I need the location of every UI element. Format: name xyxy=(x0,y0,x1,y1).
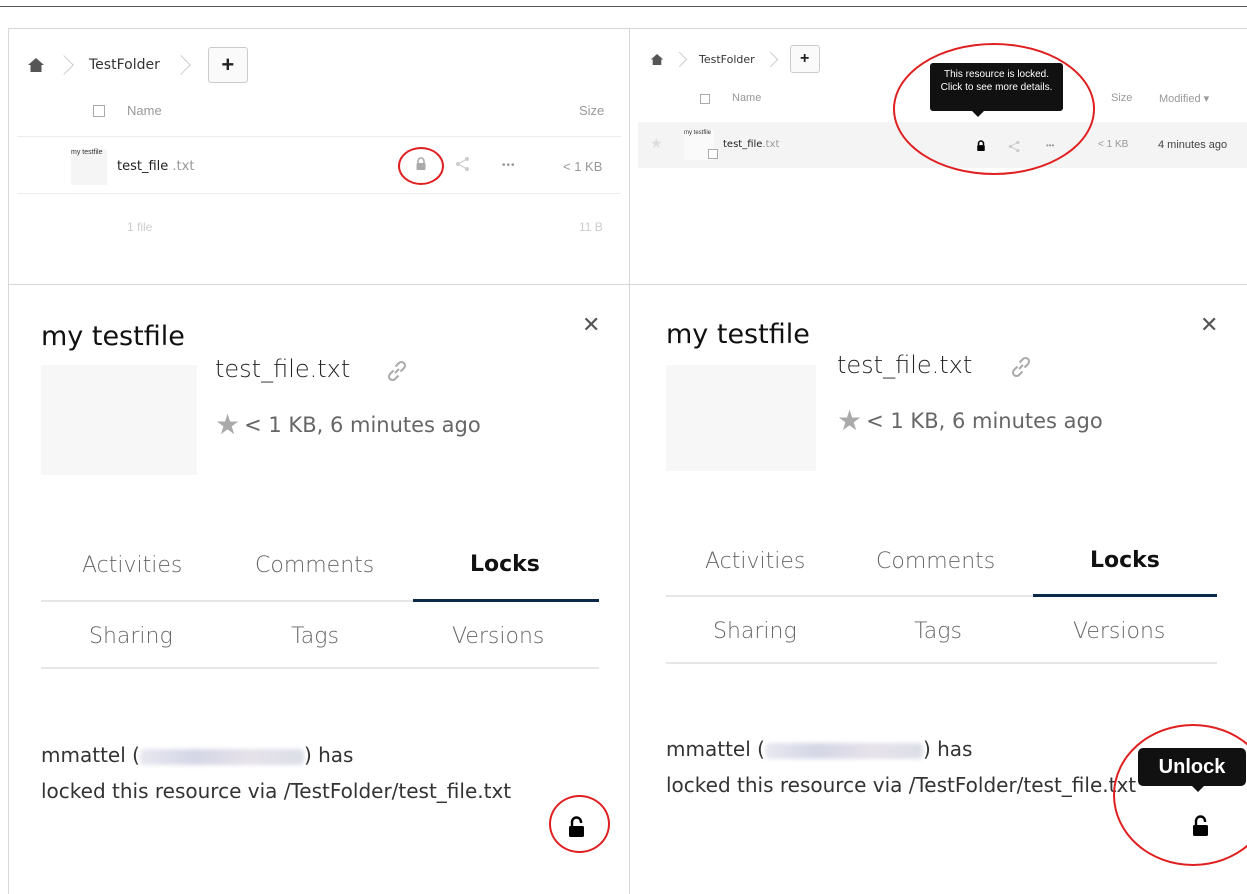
row-divider xyxy=(17,193,621,194)
tab-sharing[interactable]: Sharing xyxy=(713,619,797,644)
home-icon[interactable] xyxy=(27,57,45,73)
lock-user-end: ) has xyxy=(303,743,354,767)
size-and-date: < 1 KB, 6 minutes ago xyxy=(244,412,481,437)
select-all-checkbox[interactable] xyxy=(93,105,105,117)
new-button[interactable]: + xyxy=(207,47,248,83)
size-and-date: < 1 KB, 6 minutes ago xyxy=(866,408,1103,433)
file-preview xyxy=(666,365,816,471)
file-list-pane-left: TestFolder + Name Size my testfile test_… xyxy=(9,29,629,284)
active-tab-indicator xyxy=(413,599,599,602)
file-name[interactable]: test_file .txt xyxy=(117,159,194,174)
tab-versions[interactable]: Versions xyxy=(1073,619,1165,644)
tab-comments[interactable]: Comments xyxy=(255,553,374,578)
lock-user-end: ) has xyxy=(922,737,973,761)
link-icon[interactable] xyxy=(1008,354,1034,380)
lock-line-2: locked this resource via /TestFolder/tes… xyxy=(41,779,512,803)
active-tab-indicator xyxy=(1033,594,1217,597)
thumb-label: my testfile xyxy=(71,149,103,156)
select-all-checkbox[interactable] xyxy=(700,94,710,104)
file-extension: .txt xyxy=(168,159,195,174)
breadcrumb: TestFolder + xyxy=(650,45,820,73)
lock-user: mmattel ( xyxy=(666,737,765,761)
tab-activities[interactable]: Activities xyxy=(705,549,805,574)
thumb-label: my testfile xyxy=(684,130,712,136)
new-button[interactable]: + xyxy=(789,45,820,73)
highlight-ring xyxy=(893,43,1095,175)
favorite-star-icon[interactable]: ★ xyxy=(837,404,862,437)
tab-tags[interactable]: Tags xyxy=(914,619,962,644)
breadcrumb: TestFolder + xyxy=(27,47,248,83)
total-size: 11 B xyxy=(579,220,603,234)
file-modified: 4 minutes ago xyxy=(1158,139,1228,151)
details-filename: test_file.txt xyxy=(837,351,973,379)
details-meta: ★ < 1 KB, 6 minutes ago xyxy=(837,404,1103,437)
tab-locks[interactable]: Locks xyxy=(470,552,540,577)
details-meta: ★ < 1 KB, 6 minutes ago xyxy=(215,408,481,441)
top-rule xyxy=(0,6,1247,7)
tab-activities[interactable]: Activities xyxy=(82,553,182,578)
breadcrumb-folder[interactable]: TestFolder xyxy=(89,57,160,73)
details-title: my testfile xyxy=(41,321,185,352)
link-icon[interactable] xyxy=(384,358,410,384)
file-extension: .txt xyxy=(762,139,780,150)
breadcrumb-chevron-icon xyxy=(54,55,74,75)
row-checkbox[interactable] xyxy=(708,149,718,159)
row-divider xyxy=(17,136,621,137)
lock-description: mmattel ( ) has locked this resource via … xyxy=(41,737,621,809)
breadcrumb-chevron-icon xyxy=(762,51,778,67)
tab-separator xyxy=(41,667,599,669)
redacted-email xyxy=(764,742,923,759)
file-count: 1 file xyxy=(127,220,153,234)
favorite-star-icon[interactable]: ★ xyxy=(650,135,663,152)
breadcrumb-chevron-icon xyxy=(671,51,688,67)
home-icon[interactable] xyxy=(650,53,664,66)
file-size: < 1 KB xyxy=(563,159,603,174)
file-list-pane-right: TestFolder + Name Size Modified ▾ ★ my t… xyxy=(630,29,1247,284)
details-title: my testfile xyxy=(666,319,810,350)
column-name[interactable]: Name xyxy=(127,103,162,118)
tab-versions[interactable]: Versions xyxy=(452,624,544,649)
column-size[interactable]: Size xyxy=(1111,92,1132,104)
tab-locks[interactable]: Locks xyxy=(1090,548,1160,573)
file-preview xyxy=(41,365,197,475)
breadcrumb-folder[interactable]: TestFolder xyxy=(699,53,755,66)
lock-user: mmattel ( xyxy=(41,743,140,767)
details-filename: test_file.txt xyxy=(215,355,351,383)
favorite-star-icon[interactable]: ★ xyxy=(215,408,240,441)
tab-tags[interactable]: Tags xyxy=(291,624,339,649)
breadcrumb-chevron-icon xyxy=(170,55,191,75)
file-size: < 1 KB xyxy=(1098,139,1129,150)
share-icon[interactable] xyxy=(455,156,471,172)
details-pane-right: my testfile test_file.txt ★ < 1 KB, 6 mi… xyxy=(630,285,1247,894)
tab-sharing[interactable]: Sharing xyxy=(89,624,173,649)
column-size[interactable]: Size xyxy=(579,103,604,118)
close-icon[interactable]: ✕ xyxy=(1200,313,1218,338)
details-pane-left: my testfile test_file.txt ★ < 1 KB, 6 mi… xyxy=(9,285,629,894)
tab-separator xyxy=(666,662,1217,664)
file-name[interactable]: test_file.txt xyxy=(723,139,779,150)
close-icon[interactable]: ✕ xyxy=(582,313,600,338)
file-basename: test_file xyxy=(723,139,763,150)
redacted-email xyxy=(139,748,304,765)
more-actions-icon[interactable]: ••• xyxy=(502,160,516,171)
highlight-ring xyxy=(549,795,610,853)
column-name[interactable]: Name xyxy=(732,92,761,104)
file-basename: test_file xyxy=(117,159,169,174)
highlight-ring xyxy=(398,147,444,185)
column-modified[interactable]: Modified ▾ xyxy=(1159,92,1209,105)
tab-comments[interactable]: Comments xyxy=(876,549,995,574)
lock-line-1: mmattel ( ) has xyxy=(41,737,621,773)
